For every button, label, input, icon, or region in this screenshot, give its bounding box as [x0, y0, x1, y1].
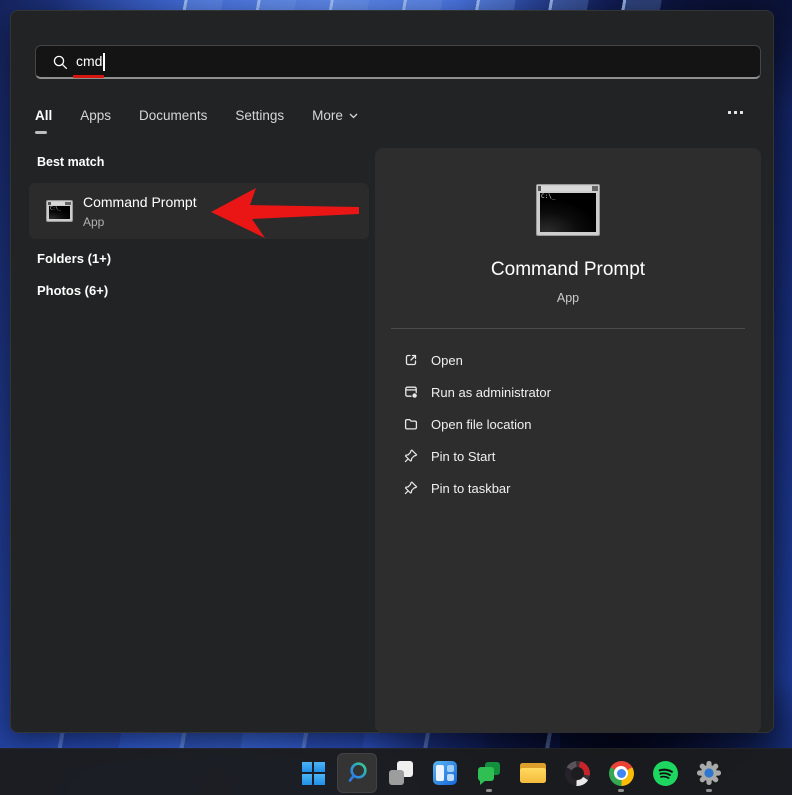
red-underline-annotation	[73, 75, 104, 78]
running-indicator	[486, 789, 492, 792]
widgets-icon	[433, 761, 457, 785]
settings-button[interactable]	[689, 753, 729, 793]
chrome-icon	[608, 760, 634, 786]
best-match-result-command-prompt[interactable]: C:\_ Command Prompt App	[29, 183, 369, 239]
tab-documents[interactable]: Documents	[138, 106, 208, 125]
folder-icon	[404, 418, 418, 430]
spotify-icon	[652, 760, 678, 786]
action-label: Pin to Start	[431, 448, 496, 464]
preview-pane: C:\_ Command Prompt App Open Run as admi…	[375, 148, 761, 733]
taskbar-items	[293, 753, 729, 793]
tab-settings[interactable]: Settings	[234, 106, 285, 125]
widgets-button[interactable]	[425, 753, 465, 793]
divider	[391, 328, 745, 329]
taskbar-search-button[interactable]	[337, 753, 377, 793]
preview-app-title: Command Prompt	[490, 259, 646, 280]
action-label: Open file location	[431, 416, 532, 432]
ring-app-icon	[564, 760, 590, 786]
result-group-photos[interactable]: Photos (6+)	[37, 283, 108, 298]
tab-all[interactable]: All	[34, 106, 53, 134]
admin-window-icon	[405, 386, 418, 399]
action-label: Run as administrator	[431, 384, 551, 400]
start-button[interactable]	[293, 753, 333, 793]
search-box[interactable]	[35, 45, 761, 79]
preview-app-type: App	[556, 291, 580, 305]
best-match-header: Best match	[37, 155, 105, 169]
text-cursor	[103, 53, 105, 71]
search-input[interactable]	[36, 46, 760, 77]
action-list: Open Run as administrator Open file loca…	[403, 344, 745, 504]
running-indicator	[706, 789, 712, 792]
chrome-button[interactable]	[601, 753, 641, 793]
chat-button[interactable]	[469, 753, 509, 793]
settings-gear-icon	[697, 761, 721, 785]
more-options-button[interactable]	[724, 107, 747, 118]
pushpin-icon	[404, 481, 418, 495]
result-title: Command Prompt	[83, 194, 197, 210]
chevron-down-icon	[349, 107, 358, 122]
action-label: Pin to taskbar	[431, 480, 511, 496]
file-explorer-button[interactable]	[513, 753, 553, 793]
command-prompt-icon: C:\_	[536, 184, 600, 236]
task-view-icon	[389, 761, 413, 785]
windows-start-icon	[301, 761, 325, 785]
running-indicator	[618, 789, 624, 792]
command-prompt-icon: C:\_	[46, 200, 73, 222]
open-external-icon	[405, 354, 417, 366]
action-pin-to-start[interactable]: Pin to Start	[403, 440, 745, 472]
chat-icon	[477, 761, 501, 785]
ellipsis-icon	[734, 111, 737, 114]
spotify-button[interactable]	[645, 753, 685, 793]
tab-apps[interactable]: Apps	[79, 106, 112, 125]
file-explorer-icon	[520, 762, 546, 784]
search-icon	[348, 762, 367, 782]
taskbar	[0, 748, 792, 795]
task-view-button[interactable]	[381, 753, 421, 793]
action-label: Open	[431, 352, 463, 368]
result-group-folders[interactable]: Folders (1+)	[37, 251, 111, 266]
action-open[interactable]: Open	[403, 344, 745, 376]
action-run-as-administrator[interactable]: Run as administrator	[403, 376, 745, 408]
action-open-file-location[interactable]: Open file location	[403, 408, 745, 440]
tab-more[interactable]: More	[311, 105, 359, 125]
search-filter-tabs: All Apps Documents Settings More	[34, 105, 359, 134]
ellipsis-icon	[740, 111, 743, 114]
ring-app-button[interactable]	[557, 753, 597, 793]
result-subtitle: App	[83, 215, 105, 229]
ellipsis-icon	[728, 111, 731, 114]
windows-search-panel: All Apps Documents Settings More Best ma…	[10, 10, 774, 733]
action-pin-to-taskbar[interactable]: Pin to taskbar	[403, 472, 745, 504]
pushpin-icon	[404, 449, 418, 463]
